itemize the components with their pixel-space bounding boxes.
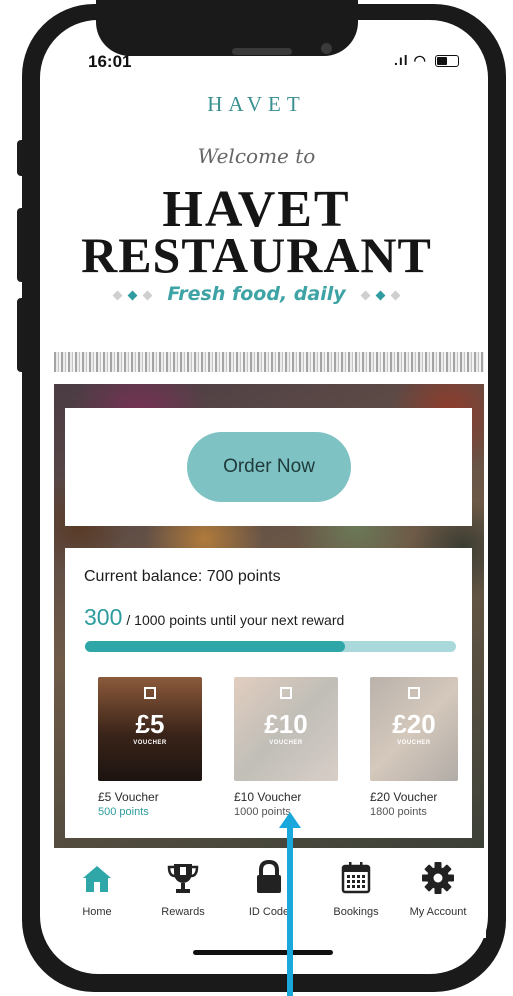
front-camera [321, 43, 332, 54]
status-time: 16:01 [88, 52, 132, 71]
status-icons: .ıl ◠ [394, 52, 459, 69]
speaker [232, 48, 292, 55]
battery-icon [434, 55, 459, 68]
wifi-icon: ◠ [413, 52, 427, 68]
notch [96, 0, 358, 56]
signal-icon: .ıl [394, 52, 409, 68]
annotation-arrow [279, 812, 301, 996]
